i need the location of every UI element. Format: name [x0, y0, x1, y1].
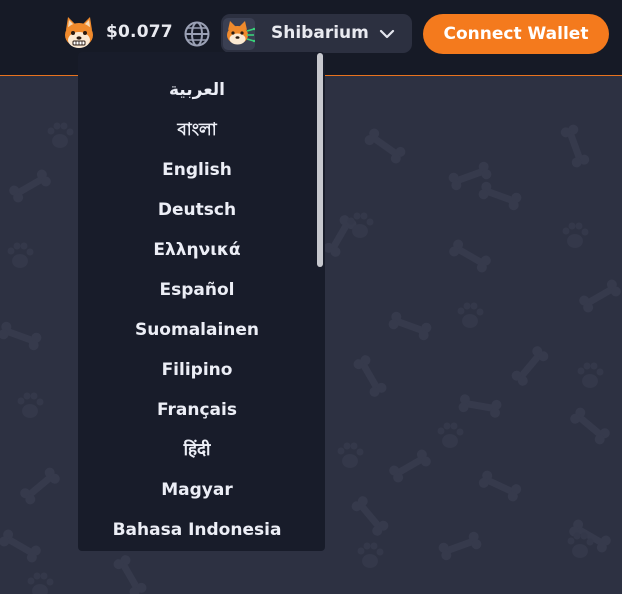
- token-price: $0.077: [106, 22, 173, 42]
- language-option-english[interactable]: English: [78, 150, 316, 190]
- language-dropdown: العربية বাংলা English Deutsch Ελληνικά E…: [78, 52, 325, 551]
- globe-icon[interactable]: [183, 20, 211, 48]
- shiba-network-icon: [223, 18, 256, 50]
- network-selector-button[interactable]: Shibarium: [221, 14, 412, 53]
- language-option-filipino[interactable]: Filipino: [78, 350, 316, 390]
- language-option-german[interactable]: Deutsch: [78, 190, 316, 230]
- shiba-inu-dog-icon: [62, 16, 96, 50]
- language-option-hindi[interactable]: हिंदी: [78, 430, 316, 470]
- language-option-hungarian[interactable]: Magyar: [78, 470, 316, 510]
- language-option-bengali[interactable]: বাংলা: [78, 110, 316, 150]
- language-scrollbar[interactable]: [315, 52, 325, 551]
- language-option-indonesian[interactable]: Bahasa Indonesia: [78, 510, 316, 550]
- language-list: العربية বাংলা English Deutsch Ελληνικά E…: [78, 70, 316, 550]
- chevron-down-icon: [379, 26, 395, 40]
- connect-wallet-button[interactable]: Connect Wallet: [423, 14, 609, 54]
- network-label: Shibarium: [271, 23, 369, 43]
- language-option-greek[interactable]: Ελληνικά: [78, 230, 316, 270]
- language-option-arabic[interactable]: العربية: [78, 70, 316, 110]
- scrollbar-thumb[interactable]: [317, 53, 323, 267]
- language-option-spanish[interactable]: Español: [78, 270, 316, 310]
- language-option-french[interactable]: Français: [78, 390, 316, 430]
- language-option-finnish[interactable]: Suomalainen: [78, 310, 316, 350]
